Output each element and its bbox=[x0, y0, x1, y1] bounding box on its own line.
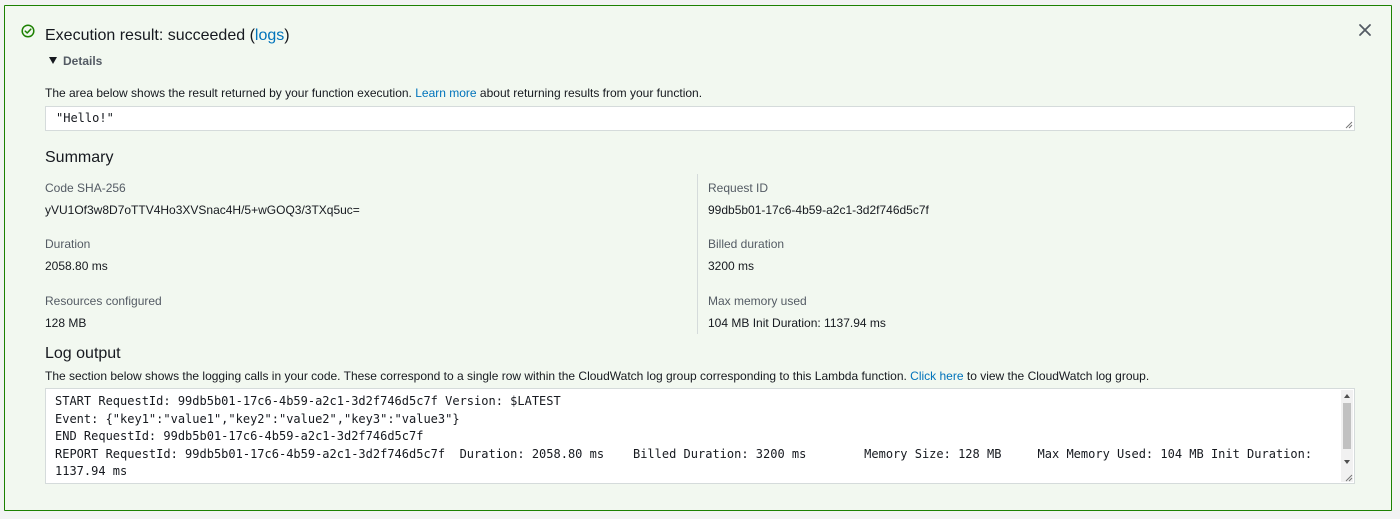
log-line: END RequestId: 99db5b01-17c6-4b59-a2c1-3… bbox=[55, 429, 424, 443]
title-text: Execution result: succeeded ( bbox=[45, 27, 255, 44]
check-circle-icon bbox=[21, 24, 35, 38]
resources-configured-label: Resources configured bbox=[45, 294, 162, 308]
log-line: START RequestId: 99db5b01-17c6-4b59-a2c1… bbox=[55, 394, 561, 408]
scroll-up-icon[interactable] bbox=[1344, 394, 1350, 398]
summary-heading: Summary bbox=[45, 149, 114, 166]
log-output-heading: Log output bbox=[45, 345, 121, 362]
execution-result-title: Execution result: succeeded (logs) bbox=[45, 26, 290, 46]
resize-grip-icon[interactable] bbox=[1345, 121, 1353, 129]
request-id-value: 99db5b01-17c6-4b59-a2c1-3d2f746d5c7f bbox=[708, 203, 929, 217]
scroll-down-icon[interactable] bbox=[1344, 460, 1350, 464]
logs-link[interactable]: logs bbox=[255, 27, 284, 44]
title-suffix: ) bbox=[284, 27, 290, 44]
result-desc-text: The area below shows the result returned… bbox=[45, 86, 416, 100]
details-label: Details bbox=[63, 54, 103, 68]
resources-configured-value: 128 MB bbox=[45, 316, 87, 330]
result-desc-suffix: about returning results from your functi… bbox=[476, 86, 703, 100]
duration-value: 2058.80 ms bbox=[45, 259, 108, 273]
log-desc-text: The section below shows the logging call… bbox=[45, 369, 911, 383]
duration-label: Duration bbox=[45, 237, 91, 251]
log-line: Event: {"key1":"value1","key2":"value2",… bbox=[55, 411, 460, 426]
result-output-textarea[interactable]: "Hello!" bbox=[45, 106, 1355, 131]
summary-column-divider bbox=[697, 174, 698, 334]
log-desc-suffix: to view the CloudWatch log group. bbox=[963, 369, 1150, 383]
max-memory-label: Max memory used bbox=[708, 294, 807, 308]
click-here-link[interactable]: Click here bbox=[910, 369, 963, 383]
result-value: "Hello!" bbox=[56, 111, 114, 125]
close-icon[interactable] bbox=[1357, 22, 1373, 38]
scroll-thumb[interactable] bbox=[1343, 403, 1351, 449]
code-sha-value: yVU1Of3w8D7oTTV4Ho3XVSnac4H/5+wGOQ3/3TXq… bbox=[45, 203, 360, 217]
log-line: REPORT RequestId: 99db5b01-17c6-4b59-a2c… bbox=[55, 446, 1313, 461]
log-scrollbar[interactable] bbox=[1341, 390, 1353, 482]
log-line: 1137.94 ms bbox=[55, 464, 128, 478]
log-output-textarea[interactable]: START RequestId: 99db5b01-17c6-4b59-a2c1… bbox=[45, 388, 1355, 484]
request-id-label: Request ID bbox=[708, 181, 769, 195]
billed-duration-label: Billed duration bbox=[708, 237, 785, 251]
code-sha-label: Code SHA-256 bbox=[45, 181, 126, 195]
result-description: The area below shows the result returned… bbox=[45, 85, 702, 101]
max-memory-value: 104 MB Init Duration: 1137.94 ms bbox=[708, 316, 886, 330]
resize-grip-icon[interactable] bbox=[1345, 474, 1353, 482]
log-description: The section below shows the logging call… bbox=[45, 368, 1149, 384]
details-toggle[interactable]: Details bbox=[49, 54, 102, 68]
caret-down-icon bbox=[49, 57, 57, 64]
learn-more-link[interactable]: Learn more bbox=[415, 86, 476, 100]
execution-result-panel: Execution result: succeeded (logs) Detai… bbox=[4, 5, 1392, 511]
billed-duration-value: 3200 ms bbox=[708, 259, 755, 273]
